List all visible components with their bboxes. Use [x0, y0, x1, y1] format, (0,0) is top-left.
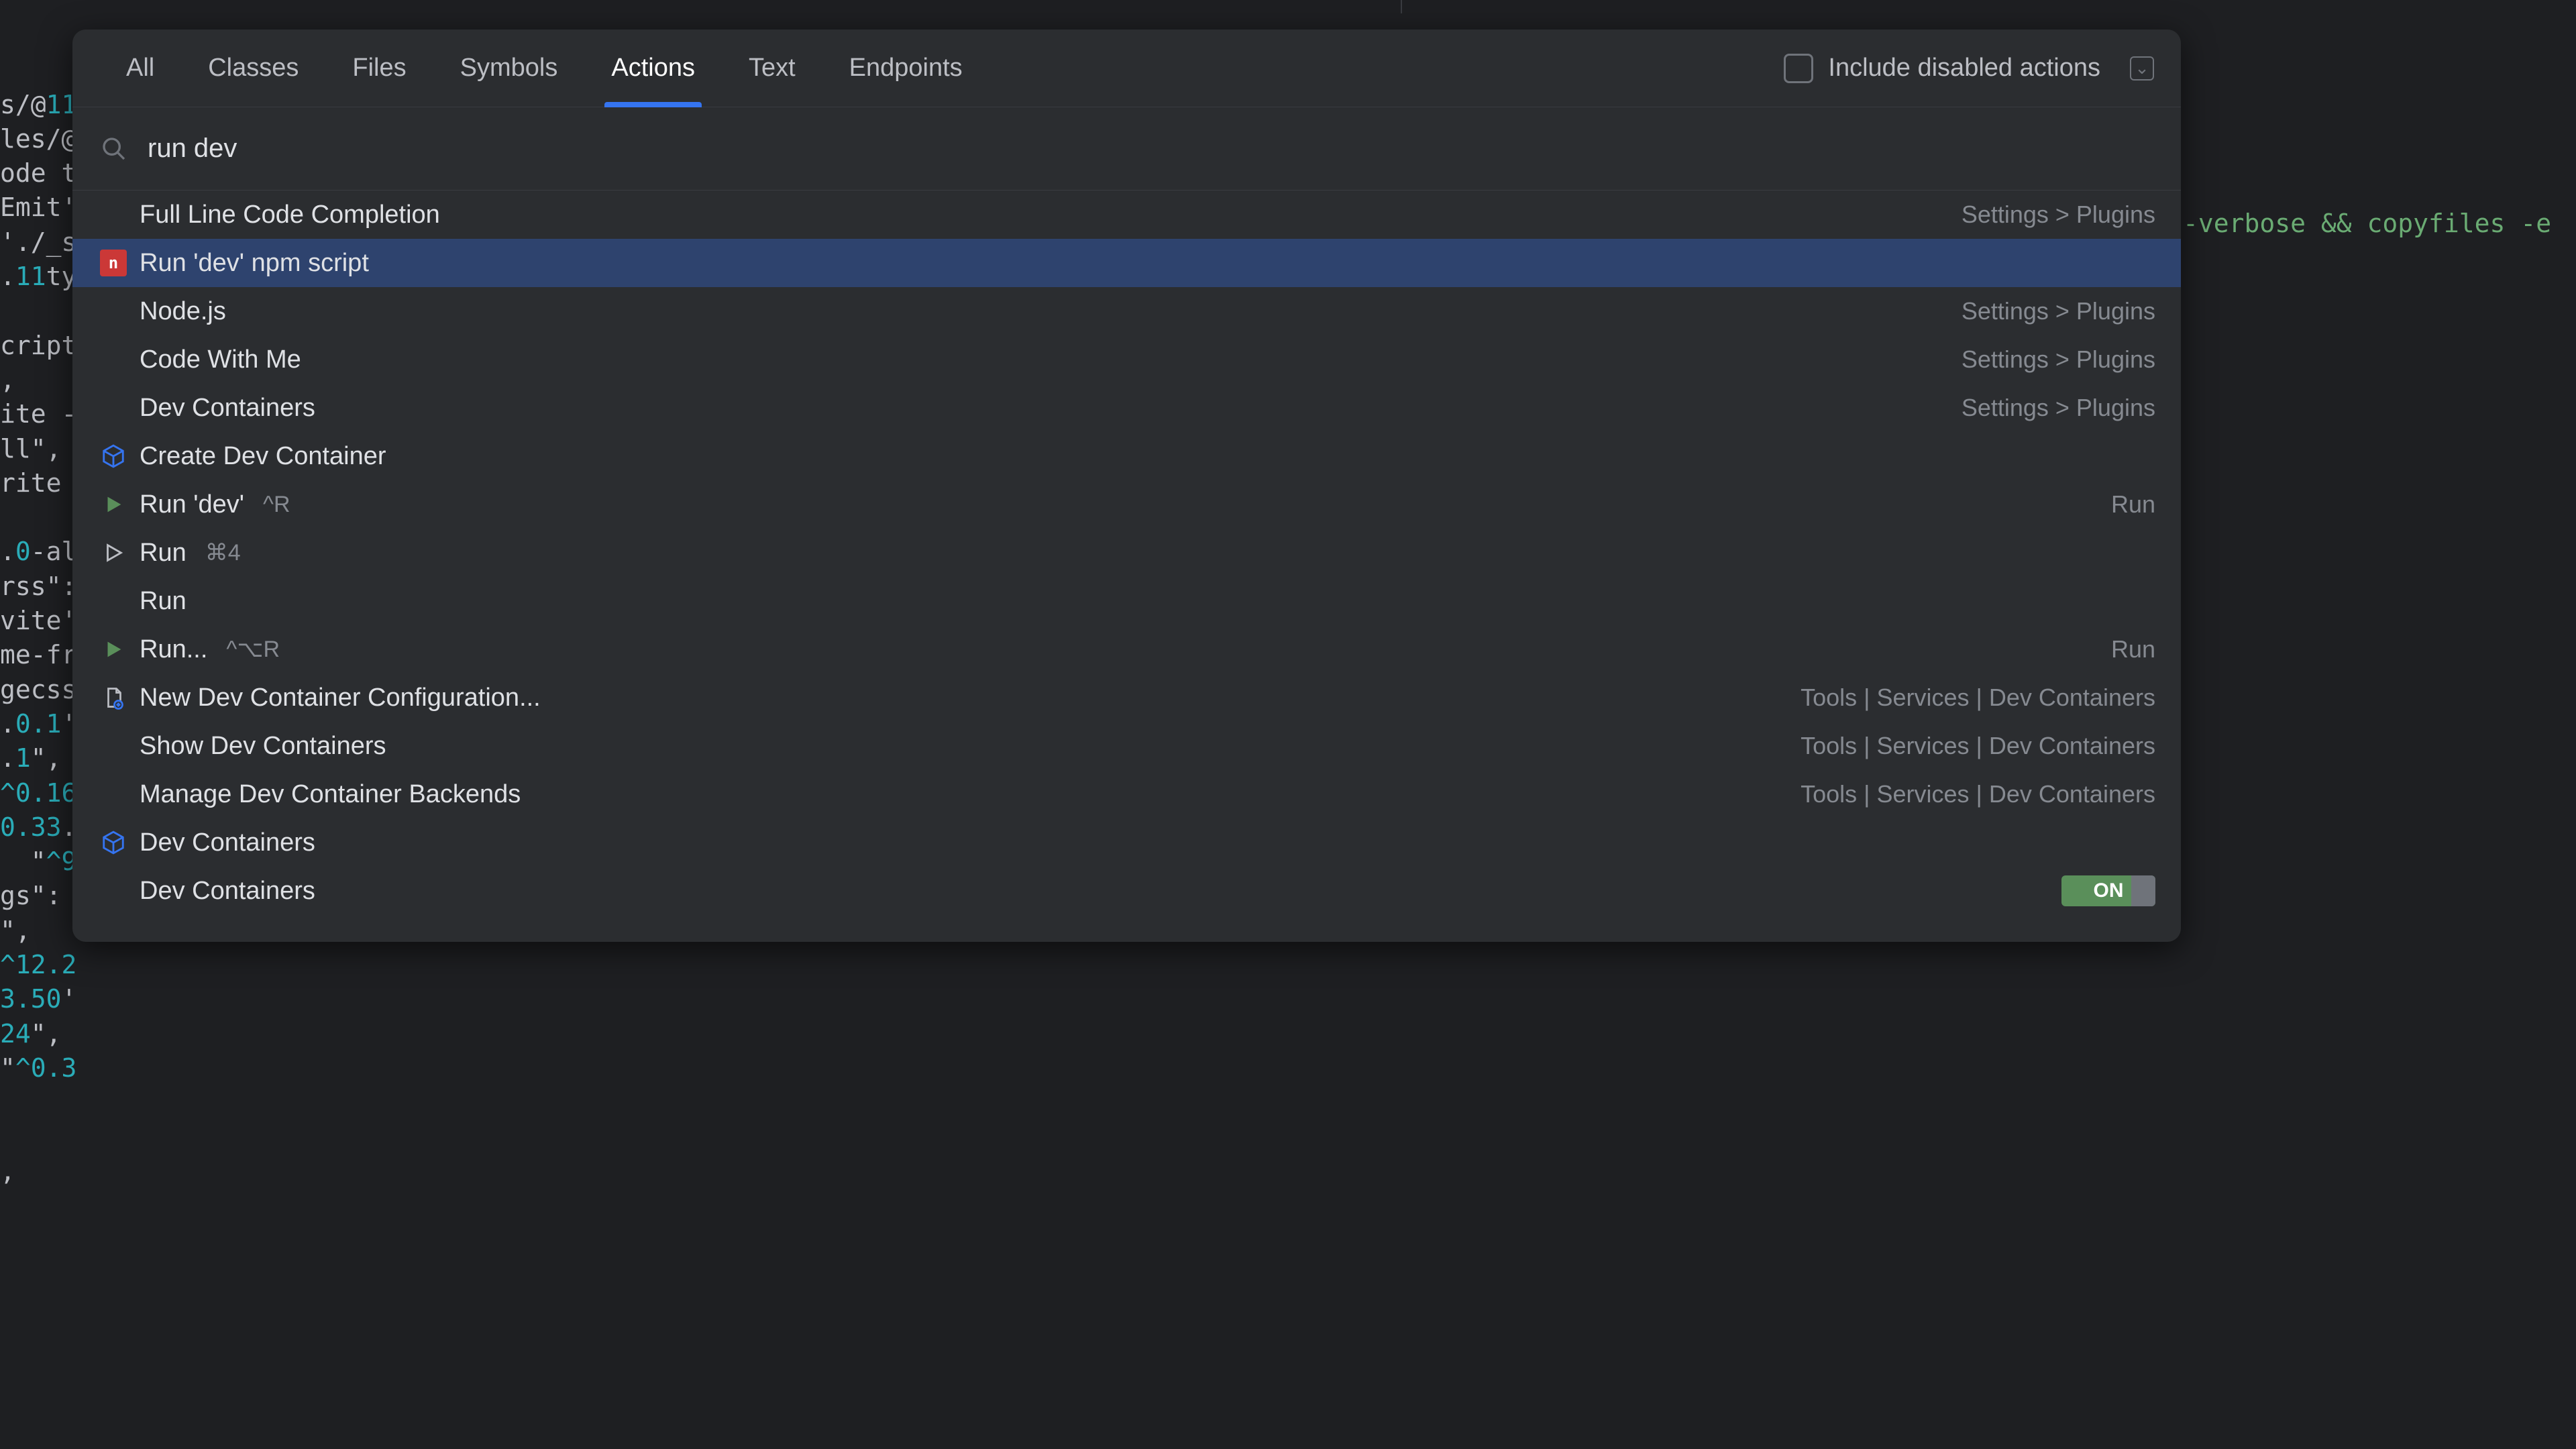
result-hint: Tools | Services | Dev Containers — [1801, 684, 2155, 712]
tab-classes[interactable]: Classes — [181, 30, 325, 107]
result-label: Full Line Code Completion — [140, 201, 440, 229]
spacer-icon — [98, 779, 129, 810]
result-label: Dev Containers — [140, 828, 315, 857]
include-disabled-actions-checkbox[interactable]: Include disabled actions — [1784, 54, 2100, 83]
tab-files[interactable]: Files — [325, 30, 433, 107]
result-label: Dev Containers — [140, 394, 315, 423]
result-item[interactable]: Run... ^⌥R Run — [72, 625, 2181, 674]
play-icon — [98, 489, 129, 520]
result-shortcut: ^R — [263, 492, 290, 518]
result-item[interactable]: New Dev Container Configuration... Tools … — [72, 674, 2181, 722]
result-item[interactable]: Full Line Code Completion Settings > Plug… — [72, 191, 2181, 239]
result-label: Code With Me — [140, 345, 301, 374]
result-label: Dev Containers — [140, 877, 315, 906]
result-hint: Settings > Plugins — [1962, 394, 2155, 422]
result-shortcut: ⌘4 — [205, 539, 241, 566]
spacer-icon — [98, 296, 129, 327]
checkbox-icon — [1784, 54, 1813, 83]
result-item[interactable]: Dev Containers ON — [72, 867, 2181, 915]
spacer-icon — [98, 392, 129, 423]
result-item[interactable]: Run 'dev' ^R Run — [72, 480, 2181, 529]
result-label: Run — [140, 587, 186, 616]
spacer-icon — [98, 731, 129, 761]
toggle-on-badge[interactable]: ON — [2061, 875, 2155, 906]
result-shortcut: ^⌥R — [226, 636, 280, 663]
search-icon — [101, 136, 127, 162]
editor-pane-divider — [1401, 0, 1402, 13]
result-label: Run 'dev' — [140, 490, 244, 519]
result-item[interactable]: Code With Me Settings > Plugins — [72, 335, 2181, 384]
result-label: Node.js — [140, 297, 226, 326]
search-tabs: AllClassesFilesSymbolsActionsTextEndpoin… — [72, 30, 2181, 107]
result-label: Run 'dev' npm script — [140, 249, 369, 278]
tab-symbols[interactable]: Symbols — [433, 30, 585, 107]
search-row — [72, 107, 2181, 191]
result-hint: Run — [2111, 490, 2155, 519]
spacer-icon — [98, 586, 129, 616]
play-outline-icon — [98, 537, 129, 568]
search-input[interactable] — [148, 133, 2153, 164]
result-item[interactable]: Create Dev Container — [72, 432, 2181, 480]
spacer-icon — [98, 344, 129, 375]
search-everywhere-popup: AllClassesFilesSymbolsActionsTextEndpoin… — [72, 30, 2181, 942]
result-item[interactable]: n Run 'dev' npm script — [72, 239, 2181, 287]
new-file-icon — [98, 682, 129, 713]
result-hint: Settings > Plugins — [1962, 297, 2155, 325]
tab-endpoints[interactable]: Endpoints — [822, 30, 989, 107]
results-list: Full Line Code Completion Settings > Plug… — [72, 191, 2181, 942]
include-disabled-label: Include disabled actions — [1828, 54, 2100, 83]
npm-icon: n — [98, 248, 129, 278]
result-label: New Dev Container Configuration... — [140, 684, 541, 712]
cube-icon — [98, 441, 129, 472]
result-hint: Settings > Plugins — [1962, 345, 2155, 374]
filter-toggle-icon[interactable]: ⌄ — [2130, 56, 2154, 80]
tab-actions[interactable]: Actions — [584, 30, 722, 107]
tab-all[interactable]: All — [99, 30, 181, 107]
tab-text[interactable]: Text — [722, 30, 822, 107]
spacer-icon — [98, 199, 129, 230]
result-hint: Settings > Plugins — [1962, 201, 2155, 229]
play-icon — [98, 634, 129, 665]
result-hint: Tools | Services | Dev Containers — [1801, 732, 2155, 760]
result-item[interactable]: Run ⌘4 — [72, 529, 2181, 577]
result-item[interactable]: Dev Containers Settings > Plugins — [72, 384, 2181, 432]
result-label: Run... — [140, 635, 207, 664]
result-label: Create Dev Container — [140, 442, 386, 471]
result-item[interactable]: Show Dev Containers Tools | Services | De… — [72, 722, 2181, 770]
result-hint: Run — [2111, 635, 2155, 663]
cube-icon — [98, 827, 129, 858]
result-item[interactable]: Node.js Settings > Plugins — [72, 287, 2181, 335]
result-label: Run — [140, 539, 186, 568]
result-item[interactable]: Run — [72, 577, 2181, 625]
result-hint: Tools | Services | Dev Containers — [1801, 780, 2155, 808]
result-label: Show Dev Containers — [140, 732, 386, 761]
result-item[interactable]: Manage Dev Container Backends Tools | Ser… — [72, 770, 2181, 818]
result-item[interactable]: Dev Containers — [72, 818, 2181, 867]
spacer-icon — [98, 875, 129, 906]
result-label: Manage Dev Container Backends — [140, 780, 521, 809]
